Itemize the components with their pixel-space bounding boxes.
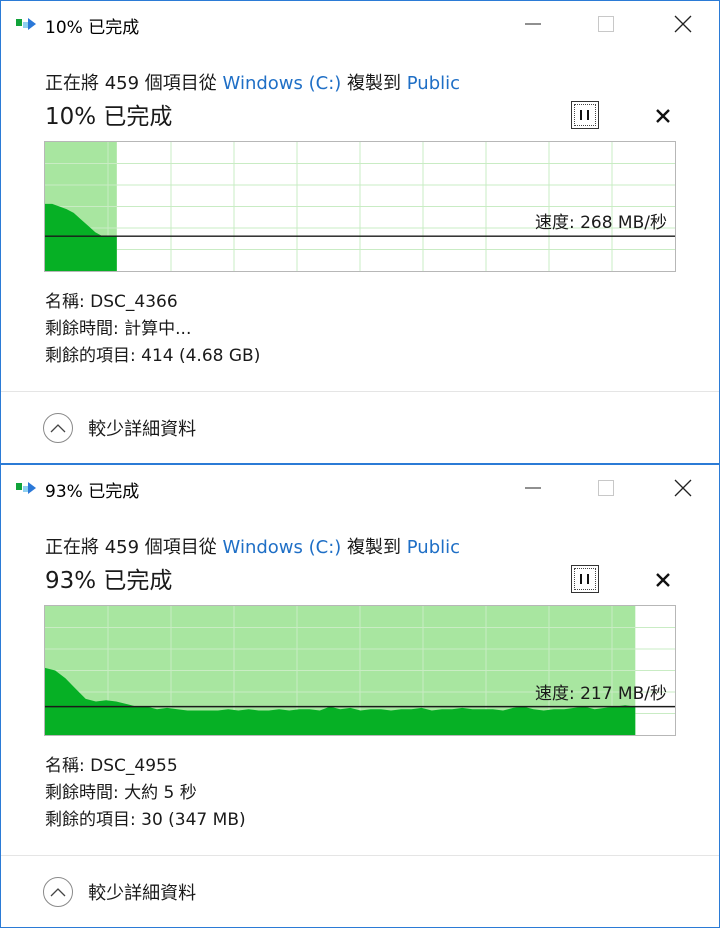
- maximize-icon: [598, 16, 614, 32]
- minimize-button[interactable]: [511, 7, 555, 41]
- desc-prefix: 正在將 459 個項目從: [45, 73, 217, 94]
- cancel-button[interactable]: [651, 104, 675, 128]
- percent-heading: 93% 已完成: [45, 568, 173, 594]
- chevron-up-icon: [50, 424, 66, 433]
- fewer-details-toggle[interactable]: 較少詳細資料: [43, 413, 196, 445]
- copy-dialog-1: 10% 已完成 正在將 459 個項目從 Windows (C:) 複製到 Pu…: [0, 0, 720, 464]
- destination-link[interactable]: Public: [407, 537, 460, 558]
- minimize-icon: [525, 23, 541, 25]
- close-button[interactable]: [661, 471, 705, 505]
- transfer-speed-graph: 速度: 268 MB/秒: [44, 141, 676, 272]
- fewer-details-label[interactable]: 較少詳細資料: [88, 415, 196, 441]
- maximize-button[interactable]: [583, 7, 627, 41]
- time-remaining: 剩餘時間: 大約 5 秒: [45, 783, 197, 803]
- desc-middle: 複製到: [347, 537, 402, 558]
- copy-description: 正在將 459 個項目從 Windows (C:) 複製到 Public: [45, 69, 460, 95]
- minimize-button[interactable]: [511, 471, 555, 505]
- source-link[interactable]: Windows (C:): [223, 73, 342, 94]
- close-icon: [674, 15, 692, 33]
- window-title: 93% 已完成: [45, 482, 140, 502]
- collapse-button[interactable]: [43, 877, 73, 907]
- close-button[interactable]: [661, 7, 705, 41]
- details-section: 名稱: DSC_4366 剩餘時間: 計算中... 剩餘的項目: 414 (4.…: [45, 289, 260, 370]
- file-name: 名稱: DSC_4955: [45, 756, 178, 776]
- pause-button[interactable]: [571, 101, 599, 129]
- pause-button[interactable]: [571, 565, 599, 593]
- cancel-button[interactable]: [651, 568, 675, 592]
- maximize-icon: [598, 480, 614, 496]
- desc-middle: 複製到: [347, 73, 402, 94]
- window-title: 10% 已完成: [45, 18, 140, 38]
- source-link[interactable]: Windows (C:): [223, 537, 342, 558]
- pause-icon: [580, 110, 589, 120]
- cancel-icon: [656, 109, 670, 123]
- desc-prefix: 正在將 459 個項目從: [45, 537, 217, 558]
- close-icon: [674, 479, 692, 497]
- minimize-icon: [525, 487, 541, 489]
- file-name: 名稱: DSC_4366: [45, 292, 178, 312]
- title-bar[interactable]: 10% 已完成: [1, 1, 719, 47]
- fewer-details-label[interactable]: 較少詳細資料: [88, 879, 196, 905]
- items-remaining: 剩餘的項目: 30 (347 MB): [45, 810, 246, 830]
- fewer-details-toggle[interactable]: 較少詳細資料: [43, 877, 196, 909]
- destination-link[interactable]: Public: [407, 73, 460, 94]
- transfer-speed-graph: 速度: 217 MB/秒: [44, 605, 676, 736]
- copy-dialog-2: 93% 已完成 正在將 459 個項目從 Windows (C:) 複製到 Pu…: [0, 464, 720, 928]
- percent-heading: 10% 已完成: [45, 104, 173, 130]
- chevron-up-icon: [50, 888, 66, 897]
- details-section: 名稱: DSC_4955 剩餘時間: 大約 5 秒 剩餘的項目: 30 (347…: [45, 753, 246, 834]
- title-bar[interactable]: 93% 已完成: [1, 465, 719, 511]
- cancel-icon: [656, 573, 670, 587]
- copy-progress-icon: [15, 16, 39, 32]
- time-remaining: 剩餘時間: 計算中...: [45, 319, 192, 339]
- pause-icon: [580, 574, 589, 584]
- divider: [1, 391, 719, 392]
- collapse-button[interactable]: [43, 413, 73, 443]
- maximize-button[interactable]: [583, 471, 627, 505]
- speed-label: 速度: 268 MB/秒: [534, 213, 667, 234]
- items-remaining: 剩餘的項目: 414 (4.68 GB): [45, 346, 261, 366]
- speed-label: 速度: 217 MB/秒: [534, 683, 667, 704]
- copy-description: 正在將 459 個項目從 Windows (C:) 複製到 Public: [45, 533, 460, 559]
- copy-progress-icon: [15, 480, 39, 496]
- divider: [1, 855, 719, 856]
